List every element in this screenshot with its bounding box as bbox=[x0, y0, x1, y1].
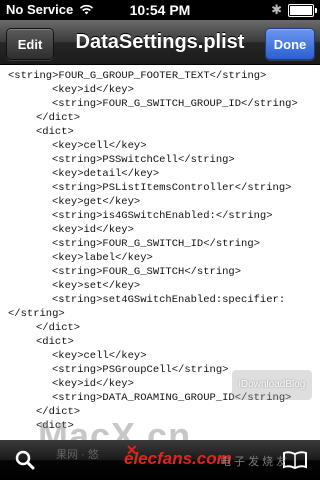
elecfans-watermark: elecfans.com bbox=[124, 449, 232, 468]
edit-button[interactable]: Edit bbox=[6, 28, 54, 60]
code-line: <key>id</key> bbox=[52, 224, 134, 236]
code-line: <key>set</key> bbox=[52, 280, 141, 292]
battery-fill bbox=[290, 5, 312, 15]
code-line: <string>FOUR_G_SWITCH_ID</string> bbox=[52, 238, 260, 250]
status-right: ✱ bbox=[271, 2, 317, 17]
idownloadblog-watermark: iDownloadBlog bbox=[232, 370, 312, 400]
page-title: DataSettings.plist bbox=[75, 31, 245, 53]
chinese-watermark: 果网 · 悠 bbox=[56, 449, 99, 461]
code-line: </string> bbox=[8, 308, 65, 320]
code-line: <key>id</key> bbox=[52, 378, 134, 390]
code-line: <dict> bbox=[36, 126, 74, 138]
code-line: <key>cell</key> bbox=[52, 350, 147, 362]
code-line: </dict> bbox=[36, 112, 81, 124]
navigation-bar: Edit DataSettings.plist Done bbox=[0, 20, 320, 65]
battery-icon bbox=[288, 3, 317, 17]
search-icon[interactable] bbox=[12, 448, 38, 472]
code-line: <key>get</key> bbox=[52, 196, 141, 208]
code-line: <string>FOUR_G_SWITCH</string> bbox=[52, 266, 242, 278]
bluetooth-icon: ✱ bbox=[271, 2, 282, 17]
code-line: </dict> bbox=[36, 322, 81, 334]
code-line: <dict> bbox=[36, 336, 74, 348]
code-line: <key>label</key> bbox=[52, 252, 153, 264]
done-button[interactable]: Done bbox=[265, 28, 315, 60]
code-line: <string>set4GSwitchEnabled:specifier: bbox=[52, 294, 286, 306]
status-bar: No Service 10:54 PM ✱ bbox=[0, 0, 320, 20]
code-line: <string>PSGroupCell</string> bbox=[52, 364, 229, 376]
code-line: <string>is4GSwitchEnabled:</string> bbox=[52, 210, 273, 222]
code-line: <key>cell</key> bbox=[52, 140, 147, 152]
code-line: <string>PSSwitchCell</string> bbox=[52, 154, 235, 166]
elecfans-subtitle-watermark: 电 子 发 烧 友 bbox=[220, 456, 288, 468]
code-line: <string>FOUR_G_SWITCH_GROUP_ID</string> bbox=[52, 98, 298, 110]
code-line: <key>id</key> bbox=[52, 84, 134, 96]
code-line: <key>detail</key> bbox=[52, 168, 160, 180]
code-line: <string>PSListItemsController</string> bbox=[52, 182, 292, 194]
code-line: <string>FOUR_G_GROUP_FOOTER_TEXT</string… bbox=[8, 70, 267, 82]
